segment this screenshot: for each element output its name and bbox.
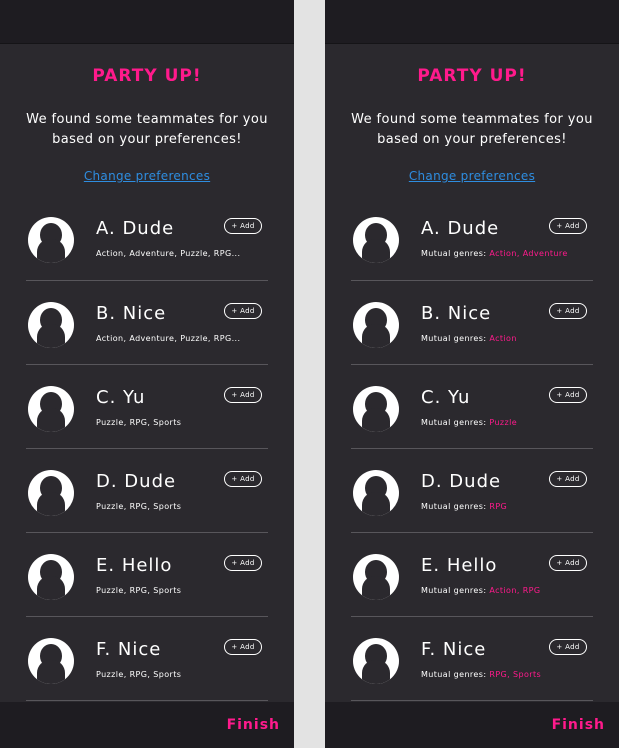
teammate-genres: Puzzle, RPG, Sports: [96, 586, 182, 595]
teammate-name: F. Nice: [96, 639, 162, 660]
mutual-genres-value: RPG, Sports: [489, 670, 542, 679]
teammate-row: A. Dude Action, Adventure, Puzzle, RPG..…: [26, 196, 268, 281]
mutual-genres-value: Action: [489, 334, 517, 343]
teammate-mutual-genres: Mutual genres: Action: [421, 334, 517, 343]
teammate-mutual-genres: Mutual genres: RPG, Sports: [421, 670, 541, 679]
finish-button[interactable]: Finish: [227, 717, 280, 733]
teammate-row: B. Nice Action, Adventure, Puzzle, RPG..…: [26, 281, 268, 365]
teammate-mutual-genres: Mutual genres: Action, RPG: [421, 586, 540, 595]
teammate-list: A. Dude Mutual genres: Action, Adventure…: [351, 196, 593, 701]
teammate-genres: Puzzle, RPG, Sports: [96, 670, 182, 679]
avatar-icon: [28, 470, 74, 516]
mutual-genres-label: Mutual genres:: [421, 502, 490, 511]
subtitle-line-2: based on your preferences!: [377, 132, 567, 147]
teammate-row: D. Dude Puzzle, RPG, Sports + Add: [26, 449, 268, 533]
subtitle-line-2: based on your preferences!: [52, 132, 242, 147]
teammate-name: B. Nice: [96, 303, 167, 324]
mutual-genres-label: Mutual genres:: [421, 334, 490, 343]
teammate-row: C. Yu Mutual genres: Puzzle + Add: [351, 365, 593, 449]
avatar-icon: [353, 386, 399, 432]
add-button[interactable]: + Add: [224, 555, 262, 571]
avatar-icon: [28, 554, 74, 600]
avatar-icon: [28, 217, 74, 263]
teammate-name: E. Hello: [96, 555, 173, 576]
change-preferences-link[interactable]: Change preferences: [325, 169, 619, 183]
avatar-icon: [353, 638, 399, 684]
screen-genres: PARTY UP! We found some teammates for yo…: [0, 0, 294, 748]
teammate-name: A. Dude: [96, 218, 175, 239]
mutual-genres-value: Action, Adventure: [489, 249, 568, 258]
bottom-bar: Finish: [0, 702, 294, 748]
teammate-name: D. Dude: [421, 471, 502, 492]
teammate-mutual-genres: Mutual genres: RPG: [421, 502, 507, 511]
teammate-name: B. Nice: [421, 303, 492, 324]
teammate-name: E. Hello: [421, 555, 498, 576]
avatar-icon: [28, 638, 74, 684]
avatar-icon: [353, 217, 399, 263]
teammate-row: F. Nice Mutual genres: RPG, Sports + Add: [351, 617, 593, 701]
avatar-icon: [353, 554, 399, 600]
teammate-genres: Puzzle, RPG, Sports: [96, 418, 182, 427]
top-bar: [325, 0, 619, 44]
teammate-genres: Action, Adventure, Puzzle, RPG...: [96, 249, 241, 258]
add-button[interactable]: + Add: [224, 387, 262, 403]
page-subtitle: We found some teammates for you based on…: [325, 110, 619, 150]
page-subtitle: We found some teammates for you based on…: [0, 110, 294, 150]
add-button[interactable]: + Add: [224, 471, 262, 487]
mutual-genres-label: Mutual genres:: [421, 249, 490, 258]
add-button[interactable]: + Add: [224, 639, 262, 655]
subtitle-line-1: We found some teammates for you: [351, 112, 593, 127]
add-button[interactable]: + Add: [224, 303, 262, 319]
add-button[interactable]: + Add: [224, 218, 262, 234]
avatar-icon: [28, 302, 74, 348]
avatar-icon: [353, 470, 399, 516]
top-bar: [0, 0, 294, 44]
teammate-mutual-genres: Mutual genres: Puzzle: [421, 418, 517, 427]
avatar-icon: [28, 386, 74, 432]
teammate-name: A. Dude: [421, 218, 500, 239]
change-preferences-link[interactable]: Change preferences: [0, 169, 294, 183]
subtitle-line-1: We found some teammates for you: [26, 112, 268, 127]
teammate-mutual-genres: Mutual genres: Action, Adventure: [421, 249, 568, 258]
bottom-bar: Finish: [325, 702, 619, 748]
mutual-genres-label: Mutual genres:: [421, 586, 490, 595]
add-button[interactable]: + Add: [549, 218, 587, 234]
page-title: PARTY UP!: [92, 66, 202, 86]
add-button[interactable]: + Add: [549, 387, 587, 403]
avatar-icon: [353, 302, 399, 348]
add-button[interactable]: + Add: [549, 555, 587, 571]
teammate-row: B. Nice Mutual genres: Action + Add: [351, 281, 593, 365]
mutual-genres-value: RPG: [489, 502, 508, 511]
teammate-row: E. Hello Mutual genres: Action, RPG + Ad…: [351, 533, 593, 617]
teammate-row: D. Dude Mutual genres: RPG + Add: [351, 449, 593, 533]
teammate-name: C. Yu: [421, 387, 471, 408]
teammate-list: A. Dude Action, Adventure, Puzzle, RPG..…: [26, 196, 268, 701]
teammate-name: F. Nice: [421, 639, 487, 660]
teammate-row: C. Yu Puzzle, RPG, Sports + Add: [26, 365, 268, 449]
teammate-genres: Action, Adventure, Puzzle, RPG...: [96, 334, 241, 343]
mutual-genres-value: Action, RPG: [489, 586, 541, 595]
teammate-name: D. Dude: [96, 471, 177, 492]
finish-button[interactable]: Finish: [552, 717, 605, 733]
add-button[interactable]: + Add: [549, 303, 587, 319]
mutual-genres-label: Mutual genres:: [421, 418, 490, 427]
mutual-genres-value: Puzzle: [489, 418, 518, 427]
teammate-row: E. Hello Puzzle, RPG, Sports + Add: [26, 533, 268, 617]
teammate-row: F. Nice Puzzle, RPG, Sports + Add: [26, 617, 268, 701]
teammate-row: A. Dude Mutual genres: Action, Adventure…: [351, 196, 593, 281]
add-button[interactable]: + Add: [549, 639, 587, 655]
screen-mutual-genres: PARTY UP! We found some teammates for yo…: [325, 0, 619, 748]
teammate-name: C. Yu: [96, 387, 146, 408]
add-button[interactable]: + Add: [549, 471, 587, 487]
page-title: PARTY UP!: [417, 66, 527, 86]
mutual-genres-label: Mutual genres:: [421, 670, 490, 679]
teammate-genres: Puzzle, RPG, Sports: [96, 502, 182, 511]
